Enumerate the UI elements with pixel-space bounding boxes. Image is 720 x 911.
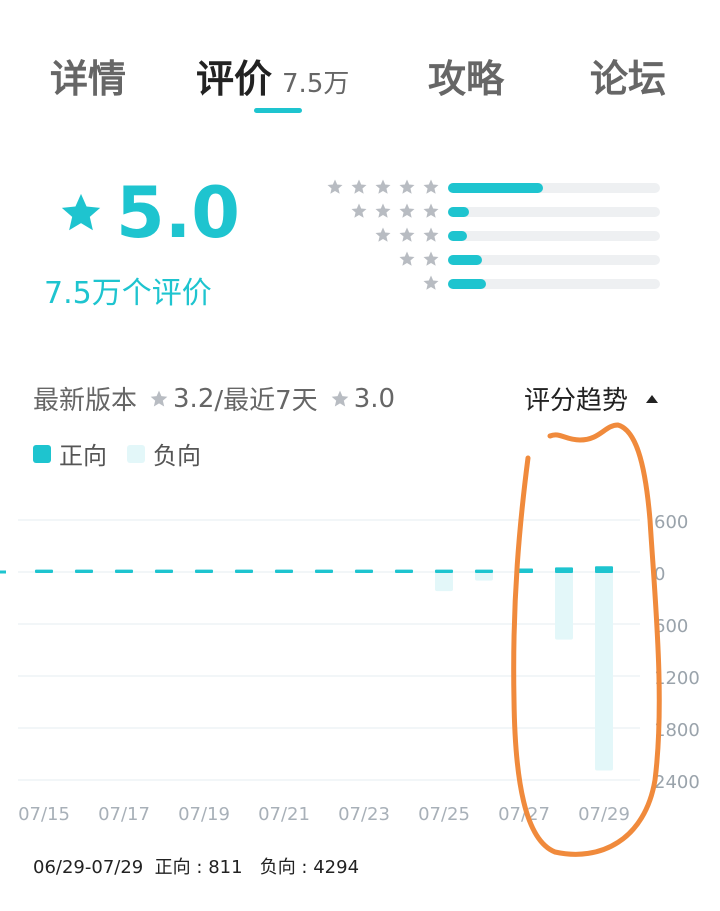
tab-reviews-count: 7.5万 <box>282 69 350 99</box>
rating-count: 7.5万个评价 <box>44 276 212 311</box>
summary-footer: 06/29-07/29 正向 : 811 负向 : 4294 <box>33 857 360 878</box>
distribution-row-5-star <box>300 178 670 198</box>
distribution-stars <box>374 226 440 246</box>
star-icon <box>399 251 415 266</box>
star-icon <box>351 179 367 194</box>
y-tick-label: 1200 <box>654 668 700 689</box>
x-tick-label: 07/21 <box>258 804 310 825</box>
positive-bar <box>195 569 213 573</box>
positive-bar <box>155 569 173 573</box>
tab-reviews-label: 评价 <box>196 57 273 101</box>
x-tick-label: 07/19 <box>178 804 230 825</box>
distribution-stars <box>398 250 440 270</box>
positive-bar <box>555 567 573 573</box>
star-icon <box>423 179 439 194</box>
positive-bar <box>275 569 293 573</box>
y-tick-label: 2400 <box>654 772 700 793</box>
positive-bar <box>595 566 613 573</box>
chart-legend: 正向 负向 <box>33 436 221 471</box>
negative-bar <box>475 572 493 581</box>
x-tick-label: 07/29 <box>578 804 630 825</box>
distribution-stars <box>350 202 440 222</box>
tab-details[interactable]: 详情 <box>50 48 126 103</box>
distribution-stars <box>326 178 440 198</box>
positive-bar <box>315 569 333 573</box>
star-icon <box>61 193 101 231</box>
negative-bar <box>555 572 573 640</box>
negative-bar <box>435 572 453 592</box>
distribution-fill <box>448 183 544 193</box>
rating-trend-toggle[interactable]: 评分趋势 <box>524 380 659 417</box>
star-icon <box>327 179 343 194</box>
x-tick-label: 07/17 <box>98 804 150 825</box>
distribution-fill <box>448 231 468 241</box>
rating-trend-chart: 600 0 600 1200 1800 2400 07/15 07/17 07/19 07/21 0… <box>0 512 700 825</box>
distribution-fill <box>448 255 482 265</box>
version-scores: 最新版本 3.2 /最近7天 3.0 <box>33 380 395 417</box>
positive-bar <box>235 569 253 573</box>
recent-days-score: 3.0 <box>353 383 396 414</box>
positive-bar <box>435 569 453 573</box>
distribution-stars <box>422 274 440 294</box>
legend-negative: 负向 <box>127 436 201 471</box>
negative-bar <box>595 572 613 771</box>
y-tick-label: 600 <box>654 616 688 637</box>
star-icon <box>331 390 349 406</box>
distribution-fill <box>448 279 487 289</box>
positive-bar <box>355 569 373 573</box>
distribution-track <box>448 231 660 241</box>
star-icon <box>375 203 391 218</box>
rating-trend-label: 评分趋势 <box>524 386 629 416</box>
recent-days-label: /最近7天 <box>214 386 318 416</box>
star-icon <box>375 227 391 242</box>
star-icon <box>423 251 439 266</box>
legend-positive: 正向 <box>33 436 107 471</box>
positive-bar <box>35 569 53 573</box>
star-icon <box>150 390 168 406</box>
star-icon <box>423 203 439 218</box>
tab-guides[interactable]: 攻略 <box>428 48 504 103</box>
tab-reviews[interactable]: 评价 7.5万 <box>196 48 349 103</box>
legend-negative-label: 负向 <box>153 442 201 470</box>
star-icon <box>399 227 415 242</box>
y-tick-label: 600 <box>654 512 688 533</box>
y-tick-label: 0 <box>654 564 665 585</box>
distribution-track <box>448 183 660 193</box>
caret-up-icon <box>646 394 659 403</box>
latest-version-score: 3.2 <box>173 383 215 414</box>
legend-positive-label: 正向 <box>59 442 107 470</box>
star-icon <box>375 179 391 194</box>
distribution-row-2-star <box>300 250 670 270</box>
legend-swatch-positive <box>33 444 51 463</box>
star-icon <box>351 203 367 218</box>
distribution-row-3-star <box>300 226 670 246</box>
positive-bar <box>395 569 413 573</box>
active-tab-indicator <box>254 108 302 113</box>
distribution-row-4-star <box>300 202 670 222</box>
x-tick-label: 07/15 <box>18 804 70 825</box>
positive-bar <box>115 569 133 573</box>
star-icon <box>399 179 415 194</box>
distribution-track <box>448 207 660 217</box>
positive-bar <box>515 568 533 573</box>
tab-forum[interactable]: 论坛 <box>590 48 666 103</box>
distribution-row-1-star <box>300 274 670 294</box>
positive-bar <box>475 569 493 573</box>
distribution-track <box>448 279 660 289</box>
latest-version-label: 最新版本 <box>33 386 138 416</box>
positive-bar <box>75 569 93 573</box>
x-tick-label: 07/23 <box>338 804 390 825</box>
distribution-fill <box>448 207 470 217</box>
star-icon <box>423 275 439 290</box>
x-tick-label: 07/27 <box>498 804 550 825</box>
legend-swatch-negative <box>127 444 145 463</box>
tab-bar: 详情 评价 7.5万 攻略 论坛 <box>0 48 720 118</box>
x-tick-label: 07/25 <box>418 804 470 825</box>
y-tick-label: 1800 <box>654 720 700 741</box>
score-value: 5.0 <box>116 172 241 254</box>
distribution-track <box>448 255 660 265</box>
star-icon <box>423 227 439 242</box>
star-icon <box>399 203 415 218</box>
